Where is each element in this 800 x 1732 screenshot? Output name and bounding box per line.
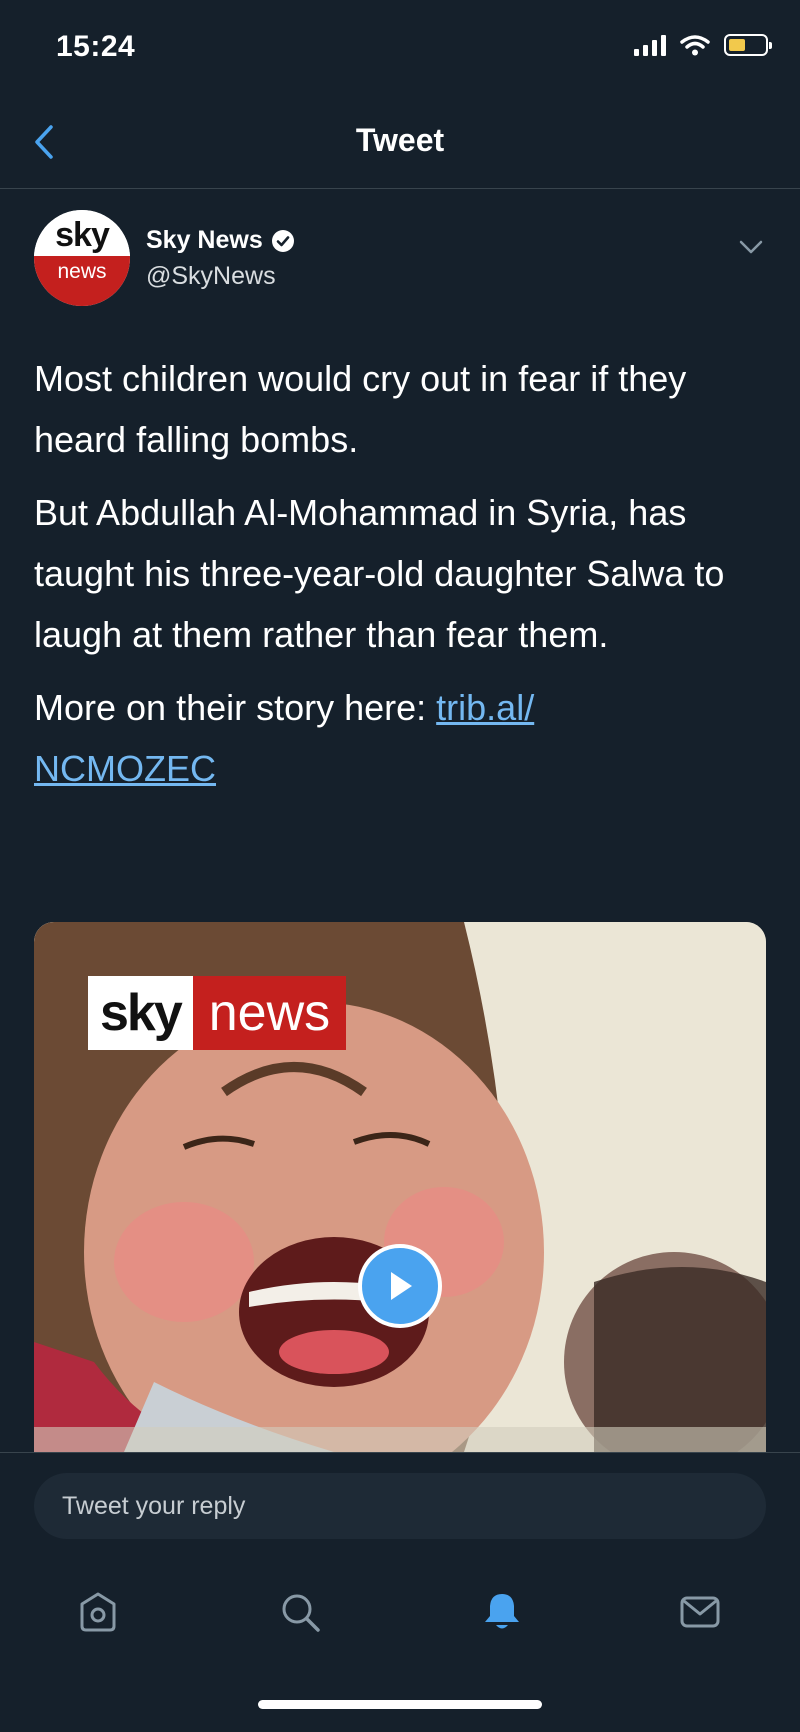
nav-bar: Tweet bbox=[0, 100, 800, 189]
page-title: Tweet bbox=[355, 122, 445, 158]
tweet-paragraph: Most children would cry out in fear if t… bbox=[34, 358, 687, 460]
reply-input[interactable]: Tweet your reply bbox=[34, 1473, 766, 1539]
signal-icon bbox=[634, 34, 666, 56]
play-icon bbox=[391, 1272, 412, 1300]
author-name[interactable]: Sky News bbox=[146, 226, 295, 255]
author-name-text: Sky News bbox=[146, 226, 263, 254]
play-button[interactable] bbox=[358, 1244, 442, 1328]
tweet-header: sky news Sky News @SkyNews bbox=[34, 210, 774, 310]
notifications-icon bbox=[485, 1594, 519, 1629]
logo-sky-text: sky bbox=[88, 976, 193, 1050]
reply-bar: Tweet your reply bbox=[0, 1452, 800, 1553]
messages-icon bbox=[680, 1596, 720, 1628]
home-indicator bbox=[258, 1700, 542, 1709]
avatar-logo-bottom: news bbox=[57, 260, 107, 283]
status-time: 15:24 bbox=[56, 30, 136, 63]
logo-news-text: news bbox=[192, 976, 347, 1050]
link-intro: More on their story here: bbox=[34, 687, 437, 728]
search-icon bbox=[282, 1594, 320, 1632]
author-handle[interactable]: @SkyNews bbox=[146, 262, 276, 291]
chevron-down-icon[interactable] bbox=[736, 232, 766, 262]
tweet-paragraph: But Abdullah Al-Mohammad in Syria, has t… bbox=[34, 492, 725, 655]
avatar-logo-top: sky bbox=[55, 216, 110, 254]
battery-icon bbox=[724, 34, 772, 56]
tweet-text: Most children would cry out in fear if t… bbox=[34, 348, 774, 811]
tab-search[interactable] bbox=[276, 1588, 324, 1636]
verified-badge-icon bbox=[271, 229, 294, 252]
tab-notifications[interactable] bbox=[478, 1588, 526, 1636]
tab-bar bbox=[0, 1560, 800, 1660]
media-video[interactable]: sky news bbox=[34, 922, 766, 1452]
wifi-icon bbox=[680, 35, 710, 56]
tweet-paragraph: More on their story here: trib.al/ NCMOZ… bbox=[34, 677, 634, 799]
status-icons bbox=[634, 34, 772, 56]
home-icon bbox=[80, 1592, 116, 1632]
tab-home[interactable] bbox=[74, 1588, 122, 1636]
tab-messages[interactable] bbox=[676, 1588, 724, 1636]
status-bar: 15:24 bbox=[0, 0, 800, 100]
avatar[interactable]: sky news bbox=[34, 210, 130, 306]
sky-news-logo: sky news bbox=[88, 976, 347, 1050]
